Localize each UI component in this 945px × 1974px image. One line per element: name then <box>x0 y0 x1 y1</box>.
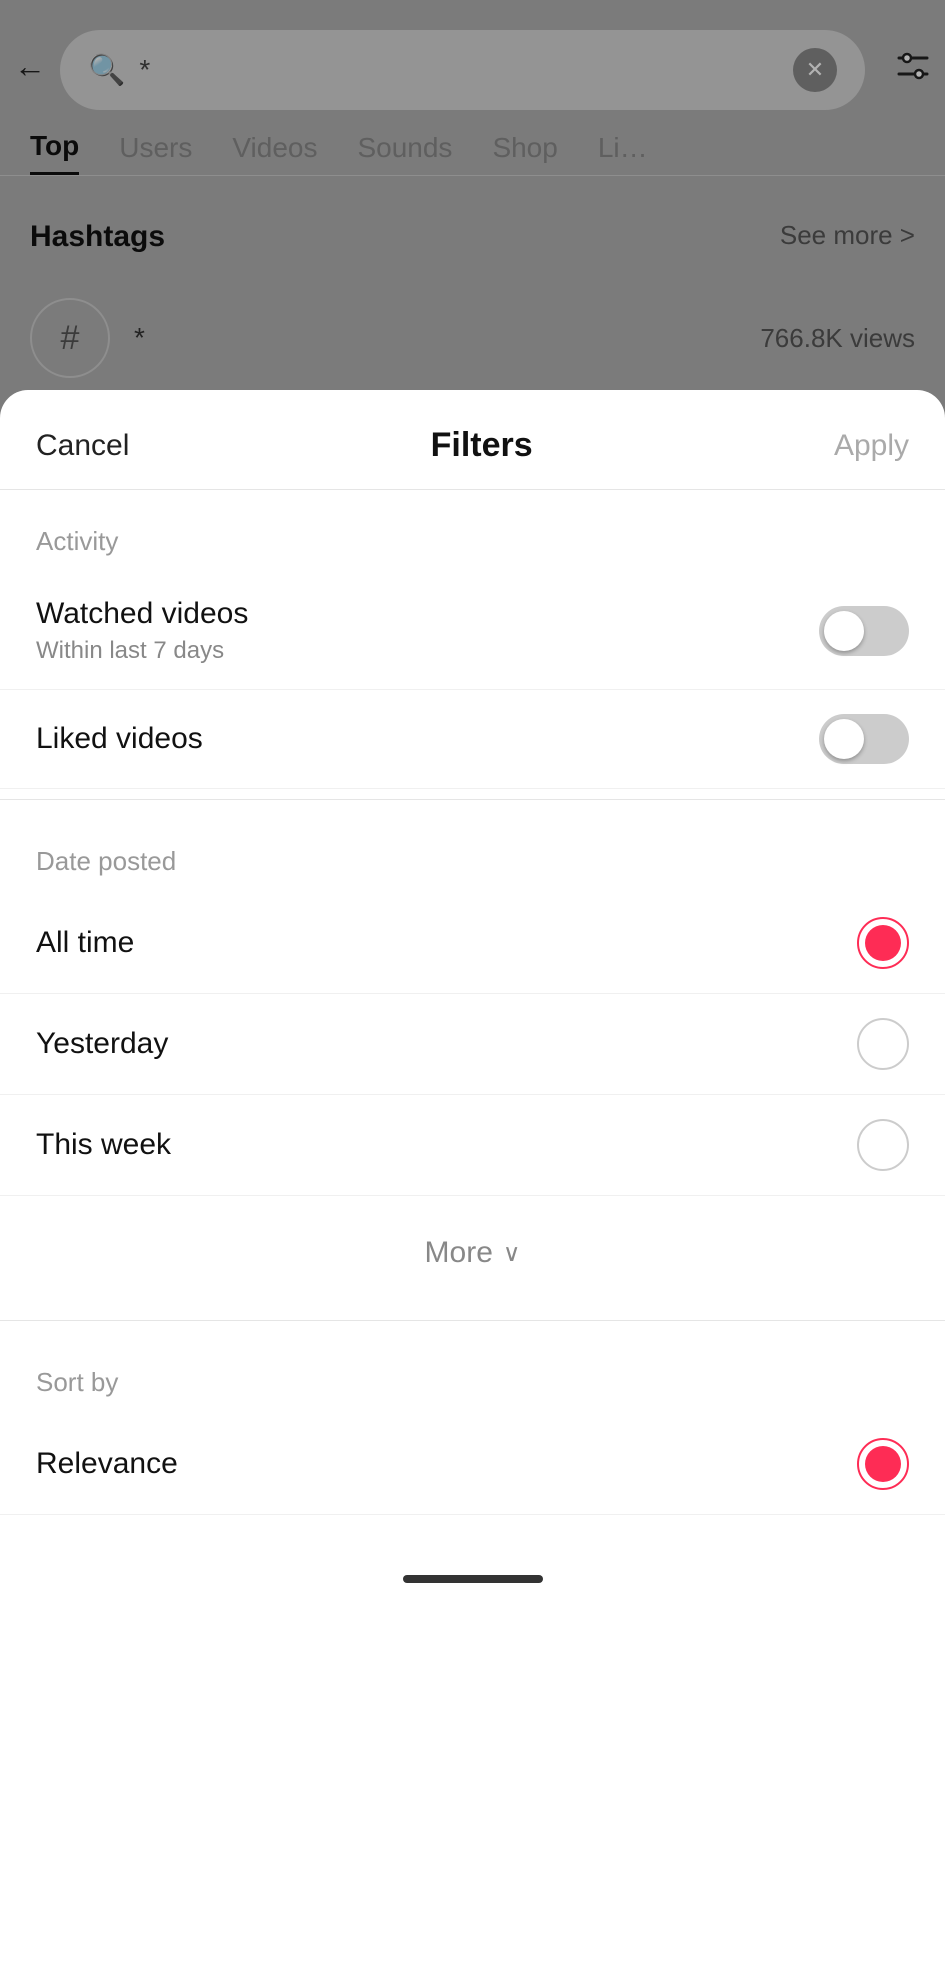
relevance-row[interactable]: Relevance <box>0 1414 945 1515</box>
liked-videos-label: Liked videos <box>36 722 203 756</box>
watched-videos-row: Watched videos Within last 7 days <box>0 573 945 690</box>
more-button[interactable]: More ∨ <box>0 1196 945 1310</box>
this-week-row[interactable]: This week <box>0 1095 945 1196</box>
section-divider-2 <box>0 1320 945 1321</box>
watched-videos-label: Watched videos <box>36 597 248 631</box>
this-week-label: This week <box>36 1128 171 1162</box>
liked-videos-content: Liked videos <box>36 722 203 756</box>
all-time-radio-inner <box>865 925 901 961</box>
cancel-button[interactable]: Cancel <box>36 429 129 463</box>
watched-videos-content: Watched videos Within last 7 days <box>36 597 248 665</box>
sheet-title: Filters <box>431 426 533 465</box>
yesterday-row[interactable]: Yesterday <box>0 994 945 1095</box>
filter-sheet: Cancel Filters Apply Activity Watched vi… <box>0 390 945 1974</box>
this-week-radio[interactable] <box>857 1119 909 1171</box>
section-divider-1 <box>0 799 945 800</box>
watched-videos-toggle[interactable] <box>819 606 909 656</box>
all-time-radio[interactable] <box>857 917 909 969</box>
relevance-radio[interactable] <box>857 1438 909 1490</box>
all-time-label: All time <box>36 926 134 960</box>
date-posted-section-label: Date posted <box>0 810 945 893</box>
more-label: More <box>425 1236 493 1270</box>
watched-videos-toggle-thumb <box>824 611 864 651</box>
apply-button[interactable]: Apply <box>834 429 909 463</box>
relevance-radio-inner <box>865 1446 901 1482</box>
all-time-row[interactable]: All time <box>0 893 945 994</box>
sheet-content: Activity Watched videos Within last 7 da… <box>0 490 945 1974</box>
activity-section-label: Activity <box>0 490 945 573</box>
more-chevron-icon: ∨ <box>503 1239 521 1268</box>
liked-videos-row: Liked videos <box>0 690 945 789</box>
yesterday-radio[interactable] <box>857 1018 909 1070</box>
liked-videos-toggle[interactable] <box>819 714 909 764</box>
sort-by-section-label: Sort by <box>0 1331 945 1414</box>
yesterday-label: Yesterday <box>36 1027 168 1061</box>
home-indicator <box>403 1575 543 1583</box>
liked-videos-toggle-thumb <box>824 719 864 759</box>
watched-videos-sublabel: Within last 7 days <box>36 637 248 665</box>
sheet-header: Cancel Filters Apply <box>0 390 945 490</box>
relevance-label: Relevance <box>36 1447 178 1481</box>
